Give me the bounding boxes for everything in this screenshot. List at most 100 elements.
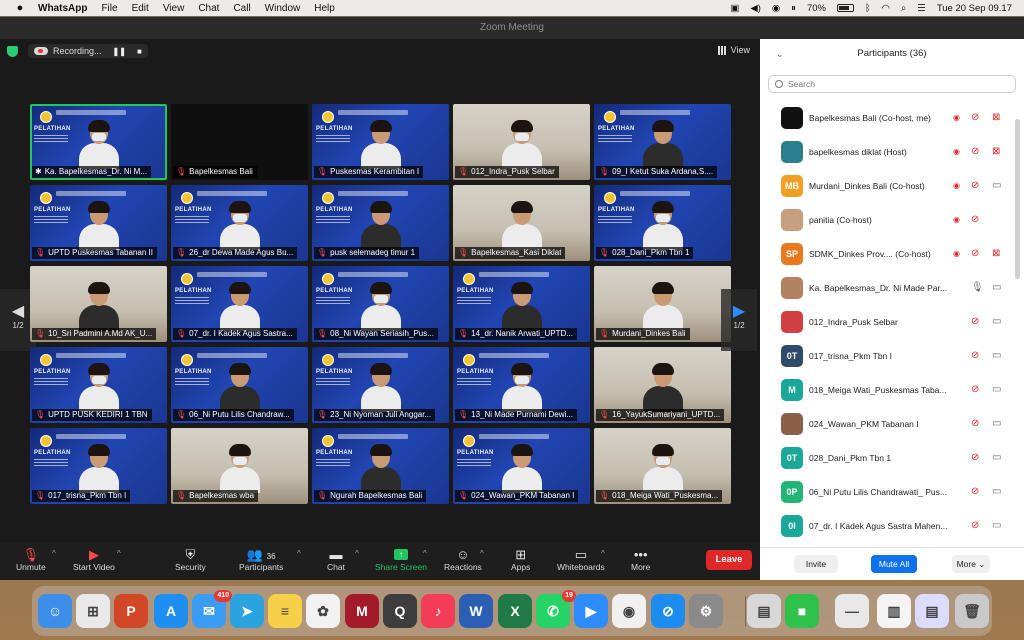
menu-view[interactable]: View [163,3,185,14]
dock-trash-icon[interactable]: 🗑 [955,594,989,628]
security-shield-icon[interactable] [7,45,18,57]
dock-notes-icon[interactable]: ≡ [268,594,302,628]
chat-options-caret[interactable]: ^ [355,549,359,558]
more-button[interactable]: ••• More [631,547,650,572]
dock-excel-icon[interactable]: X [498,594,532,628]
dock-window-1-icon[interactable]: — [835,594,869,628]
camera-icon[interactable]: ▭ [992,384,1001,396]
dock-quicktime-icon[interactable]: Q [383,594,417,628]
menu-window[interactable]: Window [265,3,301,14]
camera-icon[interactable]: ▭ [992,316,1001,328]
dock-music-icon[interactable]: ♪ [421,594,455,628]
participant-row[interactable]: Bapelkesmas Bali (Co-host, me) ◉ ⊘ ⊠ [760,102,1012,136]
record-status-icon[interactable]: ◉ [772,3,780,14]
camera-icon[interactable]: ▭ [992,350,1001,362]
next-page-button[interactable]: ▶ 1/2 [721,289,757,351]
video-tile[interactable]: 🎙 Bapelkesmas Bali [171,104,308,180]
unmute-button[interactable]: 🎙 Unmute [16,547,46,572]
reactions-options-caret[interactable]: ^ [480,549,484,558]
wifi-icon[interactable]: ◠ [882,3,890,14]
participant-row[interactable]: 0I 07_dr. I Kadek Agus Sastra Mahen... ⊘ ▭ [760,510,1012,544]
participant-search-input[interactable] [788,79,1008,89]
apple-icon[interactable]: ● [14,2,26,14]
dock-photos-icon[interactable]: ✿ [306,594,340,628]
participants-button[interactable]: 👥 36 Participants [239,547,283,572]
participant-row[interactable]: MB Murdani_Dinkes Bali (Co-host) ◉ ⊘ ▭ [760,170,1012,204]
apps-button[interactable]: ⊞ Apps [511,547,530,572]
video-tile[interactable]: 🎙 012_Indra_Pusk Selbar [453,104,590,180]
participant-row[interactable]: 012_Indra_Pusk Selbar ⊘ ▭ [760,306,1012,340]
dock-launchpad-icon[interactable]: ⊞ [76,594,110,628]
video-tile[interactable]: PELATIHAN 🎙 26_dr Dewa Made Agus Bu... [171,185,308,261]
view-button[interactable]: View [717,45,750,55]
dock-safari-icon[interactable]: ⊘ [651,594,685,628]
camera-off-icon[interactable]: ⊠ [992,248,1000,260]
video-tile[interactable]: PELATIHAN 🎙 024_Wawan_PKM Tabanan I [453,428,590,504]
dock-chrome-icon[interactable]: ◉ [612,594,646,628]
dock-system-preferences-icon[interactable]: ⚙ [689,594,723,628]
microphone-icon[interactable]: 🎙 [971,282,984,294]
camera-icon[interactable]: ▭ [992,520,1001,532]
dock-finder-icon[interactable]: ☺ [38,594,72,628]
dock-mail-icon[interactable]: ✉ 410 [192,590,232,628]
participant-row[interactable]: SP SDMK_Dinkes Prov.... (Co-host) ◉ ⊘ ⊠ [760,238,1012,272]
microphone-muted-icon[interactable]: ⊘ [971,350,979,362]
participants-scrollbar[interactable] [1015,119,1020,279]
more-options-button[interactable]: More ⌄ [952,555,990,573]
share-options-caret[interactable]: ^ [423,549,427,558]
microphone-muted-icon[interactable]: ⊘ [971,112,979,124]
video-tile[interactable]: 🎙 Bapelkesmas wba [171,428,308,504]
video-tile[interactable]: PELATIHAN 🎙 UPTD Puskesmas Tabanan II [30,185,167,261]
camera-icon[interactable]: ▭ [992,452,1001,464]
camera-icon[interactable]: ▭ [992,282,1001,294]
participant-row[interactable]: bapelkesmas diklat (Host) ◉ ⊘ ⊠ [760,136,1012,170]
participant-row[interactable]: 0T 028_Dani_Pkm Tbn 1 ⊘ ▭ [760,442,1012,476]
video-tile[interactable]: PELATIHAN 🎙 Ngurah Bapelkesmas Bali [312,428,449,504]
share-screen-button[interactable]: ↑ Share Screen [375,547,427,572]
audio-options-caret[interactable]: ^ [52,549,56,558]
participant-row[interactable]: 0T 017_trisna_Pkm Tbn I ⊘ ▭ [760,340,1012,374]
video-tile[interactable]: PELATIHAN 🎙 UPTD PUSK KEDIRI 1 TBN [30,347,167,423]
active-app-name[interactable]: WhatsApp [38,3,87,14]
microphone-muted-icon[interactable]: ⊘ [971,384,979,396]
menu-call[interactable]: Call [233,3,250,14]
microphone-muted-icon[interactable]: ⊘ [971,180,979,192]
video-tile[interactable]: 🎙 Bapelkesmas_Kasi Diklat [453,185,590,261]
video-tile[interactable]: PELATIHAN 🎙 13_Ni Made Purnami Dewi... [453,347,590,423]
start-video-button[interactable]: ▶ Start Video [73,547,115,572]
reactions-button[interactable]: ☺ Reactions [444,547,482,572]
participant-row[interactable]: 0P 06_Ni Putu Lilis Chandrawati_ Pus... ⊘ ▭ [760,476,1012,510]
video-tile[interactable]: PELATIHAN 🎙 017_trisna_Pkm Tbn I [30,428,167,504]
camera-icon[interactable]: ▭ [992,486,1001,498]
control-center-icon[interactable]: ☰ [917,3,926,14]
dock-app-store-icon[interactable]: A [154,594,188,628]
video-tile[interactable]: PELATIHAN 🎙 09_I Ketut Suka Ardana,S.... [594,104,731,180]
participant-search[interactable] [768,75,1016,93]
security-button[interactable]: ⛨ Security [175,547,206,572]
dock-window-3-icon[interactable]: ▤ [915,594,949,628]
dock-mendeley-icon[interactable]: M [345,594,379,628]
pause-status-icon[interactable]: ⏸ [791,3,796,14]
battery-icon[interactable] [836,4,854,12]
dock-word-icon[interactable]: W [459,594,493,628]
dock-window-2-icon[interactable]: ▥ [877,594,911,628]
camera-icon[interactable]: ▭ [992,180,1001,192]
microphone-muted-icon[interactable]: ⊘ [971,248,979,260]
menu-help[interactable]: Help [314,3,335,14]
video-tile[interactable]: PELATIHAN 🎙 pusk selemadeg timur 1 [312,185,449,261]
camera-off-icon[interactable]: ⊠ [992,146,1000,158]
stop-recording-button[interactable]: ■ [137,47,142,56]
invite-button[interactable]: Invite [794,555,838,573]
participant-row[interactable]: panitia (Co-host) ◉ ⊘ [760,204,1012,238]
menu-edit[interactable]: Edit [132,3,149,14]
whiteboards-options-caret[interactable]: ^ [601,549,605,558]
microphone-muted-icon[interactable]: ⊘ [971,316,979,328]
menu-file[interactable]: File [101,3,117,14]
clock[interactable]: Tue 20 Sep 09.17 [937,3,1012,14]
pause-recording-button[interactable]: ❚❚ [113,47,126,56]
video-tile[interactable]: 🎙 018_Meiga Wati_Puskesma... [594,428,731,504]
participants-options-caret[interactable]: ^ [297,549,301,558]
volume-icon[interactable]: ◀) [750,3,760,14]
video-tile[interactable]: PELATIHAN 🎙 14_dr. Nanik Arwati_UPTD... [453,266,590,342]
leave-button[interactable]: Leave [706,550,752,570]
